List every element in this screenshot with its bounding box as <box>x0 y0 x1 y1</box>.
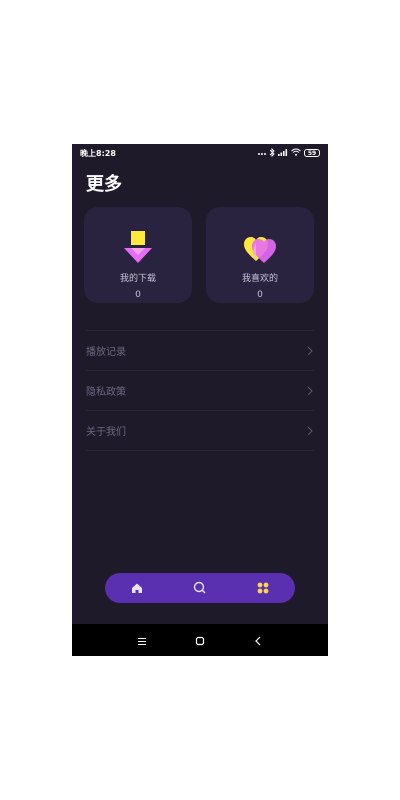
menu-item-label: 隐私政策 <box>86 387 126 398</box>
bluetooth-icon <box>269 147 275 159</box>
nav-home-button[interactable] <box>194 634 206 646</box>
status-indicators: 59 <box>258 147 320 159</box>
settings-menu: 播放记录 隐私政策 关于我们 <box>86 330 314 451</box>
my-downloads-label: 我的下载 <box>119 274 156 284</box>
menu-item-play-history[interactable]: 播放记录 <box>86 330 314 370</box>
my-favorites-count: 0 <box>257 290 263 300</box>
menu-icon <box>137 631 147 650</box>
tab-more[interactable] <box>248 576 278 600</box>
system-nav-bar <box>72 624 328 656</box>
more-grid-icon <box>257 579 269 598</box>
chevron-right-icon <box>306 346 314 356</box>
signal-icon <box>278 148 288 158</box>
page-title: 更多 <box>86 174 122 195</box>
app-screen: 晚上8:28 59 更多 我的下载 0 我喜欢的 0 播放记录 隐私政策 关于我… <box>72 144 328 656</box>
menu-item-about-us[interactable]: 关于我们 <box>86 410 314 451</box>
menu-item-label: 关于我们 <box>86 427 126 438</box>
nav-back-button[interactable] <box>252 634 264 646</box>
my-downloads-card[interactable]: 我的下载 0 <box>84 207 192 303</box>
status-bar: 晚上8:28 59 <box>72 144 328 162</box>
menu-item-label: 播放记录 <box>86 347 126 358</box>
battery-indicator: 59 <box>304 149 320 157</box>
menu-item-privacy-policy[interactable]: 隐私政策 <box>86 370 314 410</box>
chevron-right-icon <box>306 426 314 436</box>
wifi-icon <box>291 148 301 158</box>
dots-icon <box>258 149 266 158</box>
hearts-icon <box>243 231 277 267</box>
tab-home[interactable] <box>122 576 152 600</box>
chevron-right-icon <box>306 386 314 396</box>
download-arrow-icon <box>121 231 155 267</box>
back-icon <box>254 631 262 650</box>
my-downloads-count: 0 <box>135 290 141 300</box>
tab-search[interactable] <box>185 576 215 600</box>
home-icon <box>131 579 143 598</box>
search-icon <box>193 579 206 598</box>
status-time: 晚上8:28 <box>80 148 116 158</box>
home-square-icon <box>195 631 205 650</box>
my-favorites-card[interactable]: 我喜欢的 0 <box>206 207 314 303</box>
bottom-tab-bar <box>105 573 295 603</box>
my-favorites-label: 我喜欢的 <box>241 274 278 284</box>
nav-recents-button[interactable] <box>136 634 148 646</box>
